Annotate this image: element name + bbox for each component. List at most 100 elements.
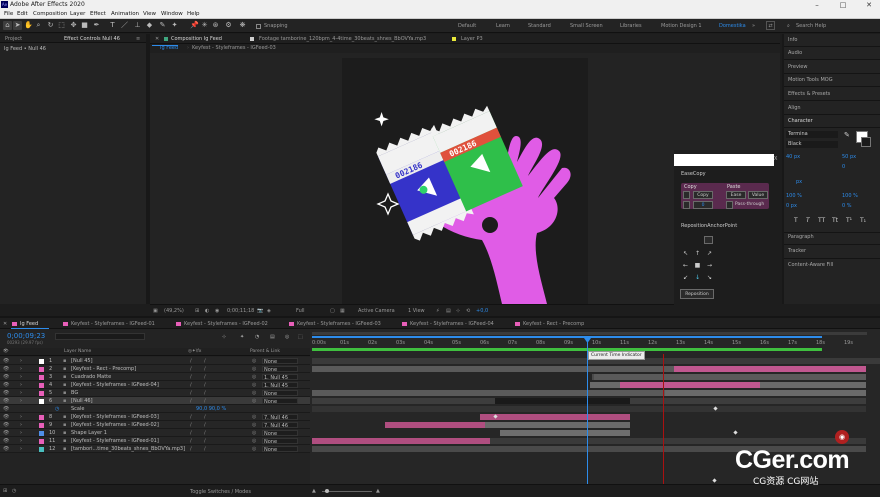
- layer-row[interactable]: 👁 › 3 ▪ Cuadrado Matte ∕ ∕ ◎ 1. Null 45: [0, 373, 310, 381]
- menu-help[interactable]: Help: [187, 11, 200, 17]
- layer-label-color[interactable]: [39, 390, 44, 396]
- script-ticker[interactable]: X: [774, 156, 777, 162]
- switch-icon[interactable]: ∕: [190, 358, 192, 364]
- pen-tool-icon[interactable]: ✒: [92, 21, 101, 30]
- expand-chevron-icon[interactable]: ›: [20, 382, 22, 388]
- faux-bold-button[interactable]: T: [794, 217, 798, 224]
- work-area-bar[interactable]: [312, 336, 822, 338]
- layer-row[interactable]: 👁 › 2 ▪ [Keyfest - Rect - Precomp] ∕ ∕ ◎ None: [0, 365, 310, 373]
- visibility-icon[interactable]: 👁: [3, 366, 9, 372]
- visibility-icon[interactable]: 👁: [3, 446, 9, 452]
- layer-label-color[interactable]: [39, 430, 44, 436]
- visibility-icon[interactable]: 👁: [3, 382, 9, 388]
- frame-blending-icon[interactable]: ▤: [270, 334, 275, 340]
- visibility-icon[interactable]: 👁: [3, 406, 9, 412]
- layer-label-color[interactable]: [39, 398, 44, 404]
- zoom-slider-handle[interactable]: [325, 489, 329, 493]
- close-icon[interactable]: ✕: [860, 0, 878, 10]
- workspace-overflow-icon[interactable]: »: [752, 23, 755, 29]
- reset-exposure-icon[interactable]: ⟲: [466, 308, 470, 314]
- camera-dropdown[interactable]: Active Camera: [358, 308, 395, 314]
- panel-info[interactable]: Info: [788, 37, 797, 43]
- switch-icon[interactable]: ∕: [190, 438, 192, 444]
- layer-duration-bar[interactable]: [495, 398, 630, 404]
- layer-duration-bar[interactable]: [500, 430, 630, 436]
- switch-icon[interactable]: ∕: [190, 366, 192, 372]
- workspace-small-screen[interactable]: Small Screen: [570, 23, 603, 29]
- eraser-tool-icon[interactable]: ◆: [145, 21, 154, 30]
- expand-chevron-icon[interactable]: ›: [20, 358, 22, 364]
- layer-row[interactable]: 👁 › 1 ▪ [Null 45] ∕ ∕ ◎ None: [0, 357, 310, 365]
- layer-row[interactable]: 👁 › 8 ▪ [Keyfest - Styleframes - IGFeed-03] ∕…: [0, 413, 310, 421]
- layer-row[interactable]: 👁 › 11 ▪ [Keyfest - Styleframes - IGFeed-01]…: [0, 437, 310, 445]
- pickwhip-icon[interactable]: ◎: [252, 358, 256, 364]
- puppet-overlap-icon[interactable]: ❋: [238, 21, 247, 30]
- fx-switch-icon[interactable]: ∕: [204, 422, 206, 428]
- expand-chevron-icon[interactable]: ›: [20, 446, 22, 452]
- pickwhip-icon[interactable]: ◎: [252, 438, 256, 444]
- ease-button[interactable]: Ease: [726, 191, 746, 199]
- cti-head-icon[interactable]: [584, 338, 591, 343]
- layer-name[interactable]: [Keyfest - Styleframes - IGFeed-01]: [71, 438, 159, 444]
- home-icon[interactable]: ⌂: [3, 21, 12, 30]
- camera-snapshot-icon[interactable]: 📷: [257, 308, 263, 314]
- layer-duration-bar[interactable]: [665, 390, 866, 396]
- fx-switch-icon[interactable]: ∕: [204, 446, 206, 452]
- fast-preview-icon[interactable]: ⚡: [436, 308, 440, 314]
- timeline-tab-igfeed-03[interactable]: Keyfest - Styleframes - IGFeed-03: [289, 321, 381, 327]
- workspace-motion-design[interactable]: Motion Design 1: [661, 23, 702, 29]
- current-time-field[interactable]: 0;00;09;23: [7, 332, 45, 340]
- pickwhip-icon[interactable]: ◎: [252, 422, 256, 428]
- resolution-dropdown[interactable]: Full: [296, 308, 305, 314]
- faux-italic-button[interactable]: T: [806, 217, 810, 224]
- sync-icon[interactable]: ⇄: [766, 21, 775, 30]
- parent-dropdown[interactable]: None: [262, 430, 298, 437]
- workspace-learn[interactable]: Learn: [496, 23, 510, 29]
- tab-effect-controls[interactable]: Effect Controls Null 46: [64, 36, 120, 42]
- fx-switch-icon[interactable]: ∕: [204, 414, 206, 420]
- layer-row[interactable]: 👁 › 6 ▪ [Null 46] ∕ ∕ ◎ None: [0, 397, 310, 405]
- puppet-tool-icon[interactable]: ✦: [170, 21, 179, 30]
- rotate-tool-icon[interactable]: ↻: [46, 21, 55, 30]
- property-row[interactable]: 👁 ◷ Scale 90,0 90,0 %: [0, 405, 310, 413]
- graph-editor-icon[interactable]: ⬚: [298, 334, 303, 340]
- layer-name[interactable]: [Keyfest - Styleframes - IGFeed-03]: [71, 414, 159, 420]
- visibility-icon[interactable]: 👁: [3, 430, 9, 436]
- timeline-tab-rect-precomp[interactable]: Keyfest - Rect - Precomp: [515, 321, 584, 327]
- panel-audio[interactable]: Audio: [788, 50, 802, 56]
- value-button[interactable]: Value: [748, 191, 768, 199]
- puppet-advanced-icon[interactable]: ⚙: [224, 21, 233, 30]
- workspace-default[interactable]: Default: [458, 23, 476, 29]
- anchor-top-icon[interactable]: ↑: [694, 250, 701, 257]
- copy-value-checkbox[interactable]: [683, 201, 690, 209]
- timeline-tab-igfeed-04[interactable]: Keyfest - Styleframes - IGFeed-04: [402, 321, 494, 327]
- menu-effect[interactable]: Effect: [90, 11, 106, 17]
- layer-duration-bar[interactable]: [312, 406, 866, 412]
- visibility-icon[interactable]: 👁: [3, 438, 9, 444]
- layer-label-color[interactable]: [39, 446, 44, 452]
- shy-layers-icon[interactable]: ◔: [255, 334, 259, 340]
- switch-icon[interactable]: ∕: [190, 398, 192, 404]
- layer-name[interactable]: [Keyfest - Styleframes - IGFeed-04]: [71, 382, 159, 388]
- brush-tool-icon[interactable]: ／: [120, 21, 129, 30]
- panel-content-aware-fill[interactable]: Content-Aware Fill: [788, 262, 833, 268]
- expand-chevron-icon[interactable]: ›: [20, 414, 22, 420]
- superscript-button[interactable]: T¹: [846, 217, 852, 224]
- layer-name[interactable]: [tambori...time_30beats_shnes_BbOVYa.mp3…: [71, 446, 185, 452]
- anchor-right-icon[interactable]: →: [706, 262, 713, 269]
- keyframe-icon[interactable]: [733, 430, 738, 435]
- layer-label-color[interactable]: [39, 374, 44, 380]
- menu-edit[interactable]: Edit: [17, 11, 28, 17]
- layer-row[interactable]: 👁 › 5 ▪ BG ∕ ∕ ◎ None: [0, 389, 310, 397]
- layer-duration-bar[interactable]: [385, 422, 485, 428]
- layer-name[interactable]: [Keyfest - Rect - Precomp]: [71, 366, 136, 372]
- vertical-scale-field[interactable]: 100 %: [786, 193, 802, 199]
- parent-dropdown[interactable]: 1. Null 45: [262, 374, 298, 381]
- panel-effects-presets[interactable]: Effects & Presets: [788, 91, 830, 97]
- reposition-button[interactable]: Reposition: [680, 289, 714, 299]
- baseline-shift-field[interactable]: 0 px: [786, 203, 797, 209]
- viewer-close-icon[interactable]: ✕: [155, 36, 159, 42]
- panel-menu-icon[interactable]: ≡: [136, 36, 140, 42]
- snapshot-icon[interactable]: ◉: [215, 308, 219, 314]
- transparency-grid-icon[interactable]: ▦: [340, 308, 345, 314]
